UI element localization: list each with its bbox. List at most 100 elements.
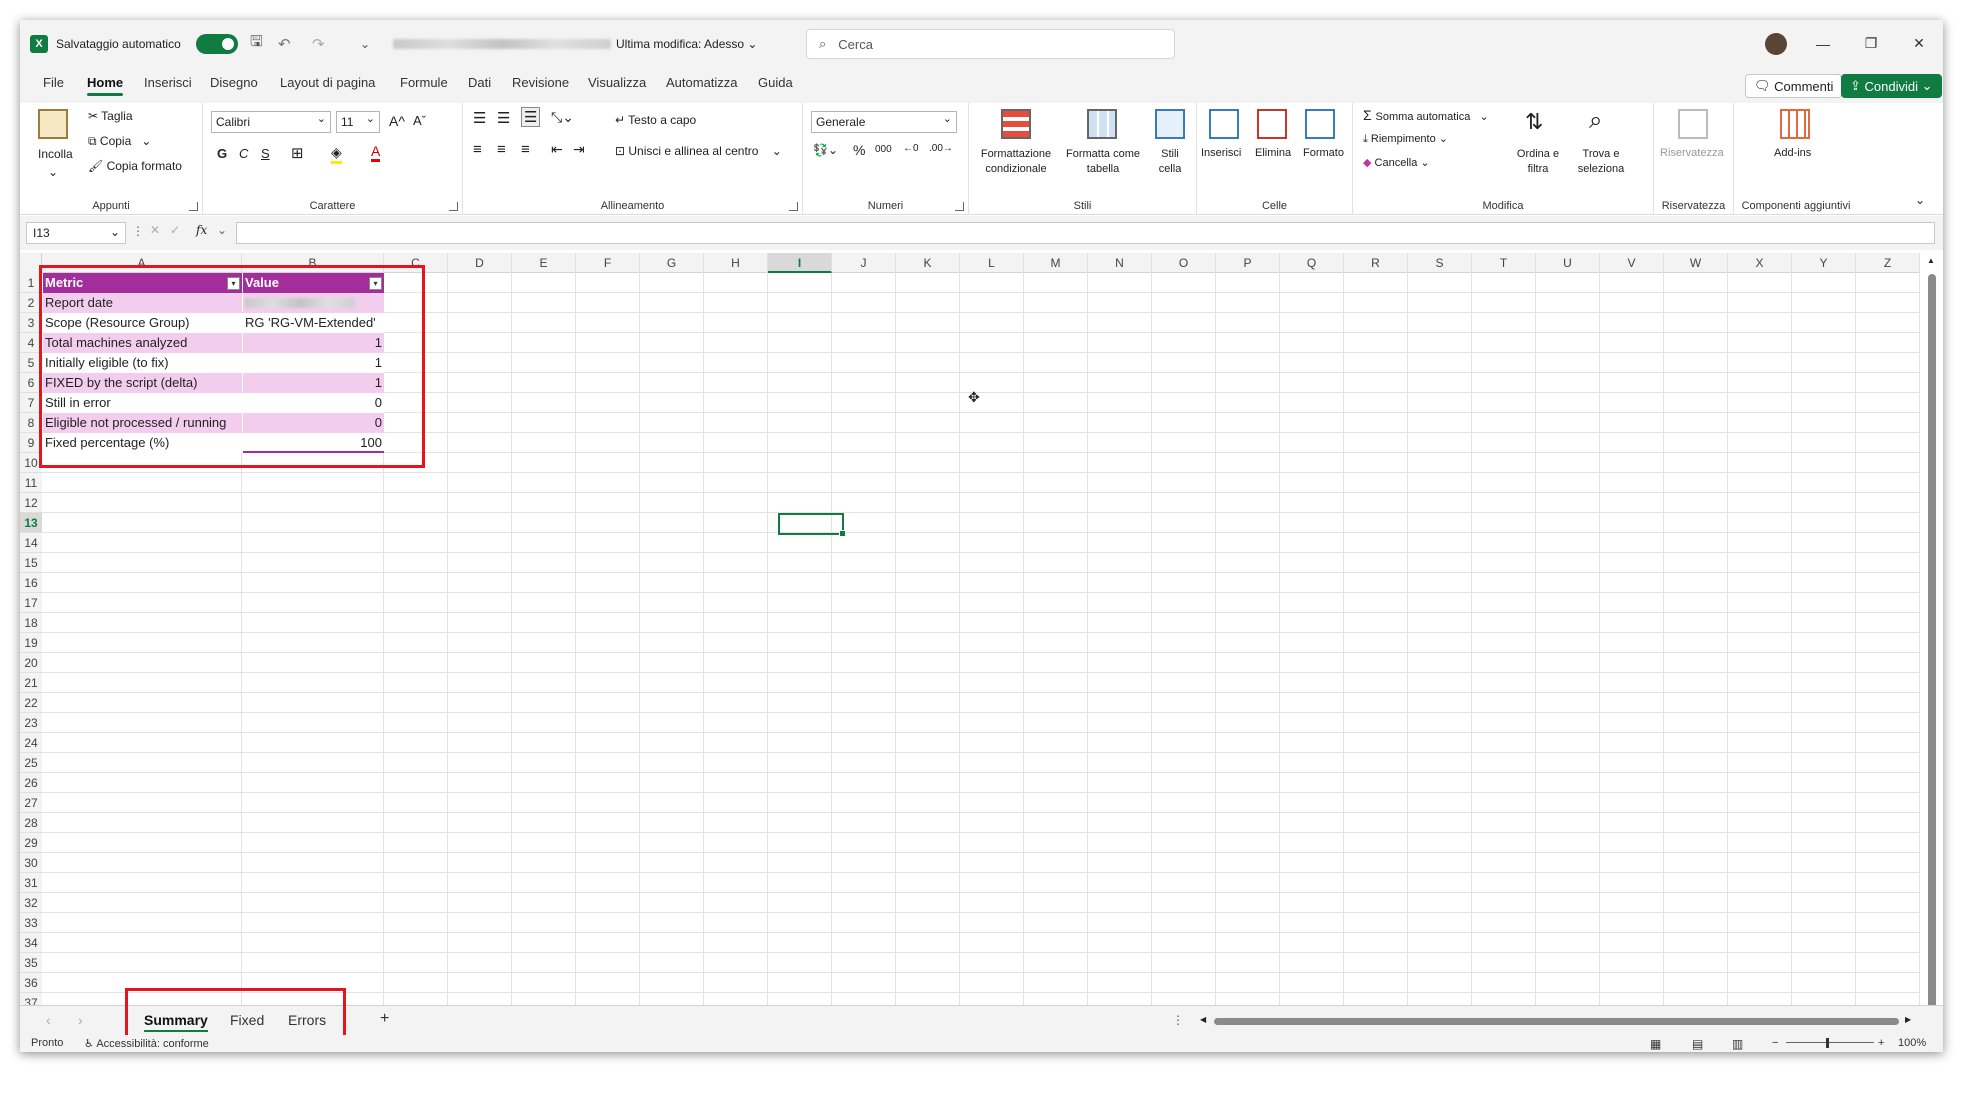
font-name-select[interactable]: Calibri (211, 111, 331, 133)
tab-view[interactable]: Visualizza (588, 75, 646, 90)
more-options-icon[interactable]: ⋮ (132, 224, 144, 238)
insert-cells-button[interactable]: Inserisci (1201, 147, 1241, 159)
format-painter-button[interactable]: 🖌 Copia formato (88, 159, 182, 173)
fill-button[interactable]: ⤓ Riempimento ⌄ (1363, 132, 1448, 146)
column-header[interactable]: E (512, 253, 576, 273)
font-color-icon[interactable]: A (371, 143, 381, 162)
row-header[interactable]: 34 (20, 933, 42, 953)
minimize-icon[interactable]: — (1800, 20, 1846, 67)
column-header[interactable]: F (576, 253, 640, 273)
zoom-slider[interactable] (1786, 1042, 1874, 1043)
column-header[interactable]: U (1536, 253, 1600, 273)
decrease-decimal-icon[interactable]: .00→ (929, 143, 953, 154)
currency-icon[interactable]: 💱⌄ (813, 143, 838, 157)
tab-help[interactable]: Guida (758, 75, 793, 90)
row-header[interactable]: 26 (20, 773, 42, 793)
row-header[interactable]: 11 (20, 473, 42, 493)
row-header[interactable]: 22 (20, 693, 42, 713)
scroll-right-icon[interactable]: ▶ (1905, 1015, 1911, 1024)
spreadsheet-grid[interactable]: ABCDEFGHIJKLMNOPQRSTUVWXYZ 1 2 3 4 5 6 7 8 9 10 11… (20, 253, 1920, 1013)
fill-color-icon[interactable]: ◈ (331, 144, 342, 164)
zoom-level[interactable]: 100% (1898, 1037, 1926, 1049)
row-header[interactable]: 28 (20, 813, 42, 833)
row-header[interactable]: 24 (20, 733, 42, 753)
row-header[interactable]: 15 (20, 553, 42, 573)
clipboard-launcher-icon[interactable] (189, 202, 198, 211)
restore-icon[interactable]: ❐ (1848, 20, 1894, 67)
find-select-button[interactable]: Trova e seleziona (1569, 147, 1633, 177)
page-layout-view-icon[interactable]: ▤ (1692, 1037, 1703, 1051)
row-header[interactable]: 14 (20, 533, 42, 553)
row-header[interactable]: 33 (20, 913, 42, 933)
cancel-formula-icon[interactable]: ✕ (150, 223, 160, 237)
italic-button[interactable]: C (239, 146, 248, 161)
tab-page-layout[interactable]: Layout di pagina (280, 75, 375, 90)
align-middle-icon[interactable]: ☰ (497, 109, 510, 127)
column-header[interactable]: T (1472, 253, 1536, 273)
accessibility-status[interactable]: ♿ Accessibilità: conforme (84, 1037, 209, 1050)
row-header[interactable]: 16 (20, 573, 42, 593)
sensitivity-button[interactable]: Riservatezza (1660, 147, 1724, 159)
column-header[interactable]: D (448, 253, 512, 273)
search-box[interactable]: ⌕ Cerca (806, 29, 1175, 59)
prev-sheet-icon[interactable]: ‹ (46, 1012, 51, 1028)
row-header[interactable]: 30 (20, 853, 42, 873)
column-header[interactable]: K (896, 253, 960, 273)
column-header[interactable]: H (704, 253, 768, 273)
row-header[interactable]: 29 (20, 833, 42, 853)
autosum-button[interactable]: Σ Somma automatica ⌄ (1363, 107, 1489, 123)
conditional-format-button[interactable]: Formattazione condizionale (977, 147, 1055, 177)
delete-cells-button[interactable]: Elimina (1255, 147, 1291, 159)
row-header[interactable]: 12 (20, 493, 42, 513)
tab-file[interactable]: File (43, 75, 64, 90)
paste-button[interactable]: Incolla (38, 147, 73, 161)
fx-dropdown-icon[interactable]: ⌄ (217, 223, 227, 237)
align-center-icon[interactable]: ≡ (497, 141, 506, 158)
column-header[interactable]: G (640, 253, 704, 273)
row-header[interactable]: 20 (20, 653, 42, 673)
ribbon-collapse-icon[interactable]: ⌄ (1915, 193, 1925, 207)
row-header[interactable]: 19 (20, 633, 42, 653)
decrease-font-icon[interactable]: Aˇ (413, 113, 426, 128)
align-left-icon[interactable]: ≡ (473, 141, 482, 158)
column-header[interactable]: V (1600, 253, 1664, 273)
column-header[interactable]: P (1216, 253, 1280, 273)
redo-icon[interactable]: ↷ (312, 20, 325, 67)
decrease-indent-icon[interactable]: ⇤ (551, 141, 563, 158)
page-break-view-icon[interactable]: ▥ (1732, 1037, 1743, 1051)
horizontal-scrollbar[interactable]: ◀ ▶ (1200, 1015, 1915, 1027)
sort-filter-button[interactable]: Ordina e filtra (1513, 147, 1563, 177)
tab-insert[interactable]: Inserisci (144, 75, 192, 90)
zoom-slider-thumb[interactable] (1826, 1038, 1829, 1048)
cell-styles-button[interactable]: Stili cella (1149, 147, 1191, 177)
copy-button[interactable]: ⧉ Copia ⌄ (88, 134, 151, 149)
format-as-table-button[interactable]: Formatta come tabella (1061, 147, 1145, 177)
customize-toolbar-icon[interactable]: ⌄ (360, 20, 370, 67)
row-header[interactable]: 13 (20, 513, 42, 533)
row-header[interactable]: 36 (20, 973, 42, 993)
column-header[interactable]: X (1728, 253, 1792, 273)
formula-input[interactable] (236, 222, 1935, 244)
file-name[interactable] (393, 20, 611, 67)
scroll-left-icon[interactable]: ◀ (1200, 1015, 1206, 1024)
clear-button[interactable]: ◆ Cancella ⌄ (1363, 156, 1430, 169)
column-header[interactable]: I (768, 253, 832, 273)
increase-font-icon[interactable]: A^ (389, 113, 405, 129)
number-launcher-icon[interactable] (955, 202, 964, 211)
last-modified[interactable]: Ultima modifica: Adesso ⌄ (616, 20, 757, 67)
insert-function-button[interactable]: fx (196, 223, 207, 237)
row-header[interactable]: 31 (20, 873, 42, 893)
column-header[interactable]: S (1408, 253, 1472, 273)
name-box[interactable]: I13 ⌄ (26, 222, 126, 244)
normal-view-icon[interactable]: ▦ (1650, 1037, 1661, 1051)
column-header[interactable]: J (832, 253, 896, 273)
row-header[interactable]: 32 (20, 893, 42, 913)
font-size-select[interactable]: 11 (336, 111, 380, 133)
avatar[interactable] (1765, 20, 1787, 67)
scroll-up-icon[interactable]: ▲ (1927, 256, 1935, 265)
enter-formula-icon[interactable]: ✓ (170, 223, 180, 237)
bold-button[interactable]: G (217, 146, 227, 161)
percent-icon[interactable]: % (853, 142, 865, 158)
column-header[interactable]: Y (1792, 253, 1856, 273)
borders-icon[interactable]: ⊞ (291, 144, 304, 162)
